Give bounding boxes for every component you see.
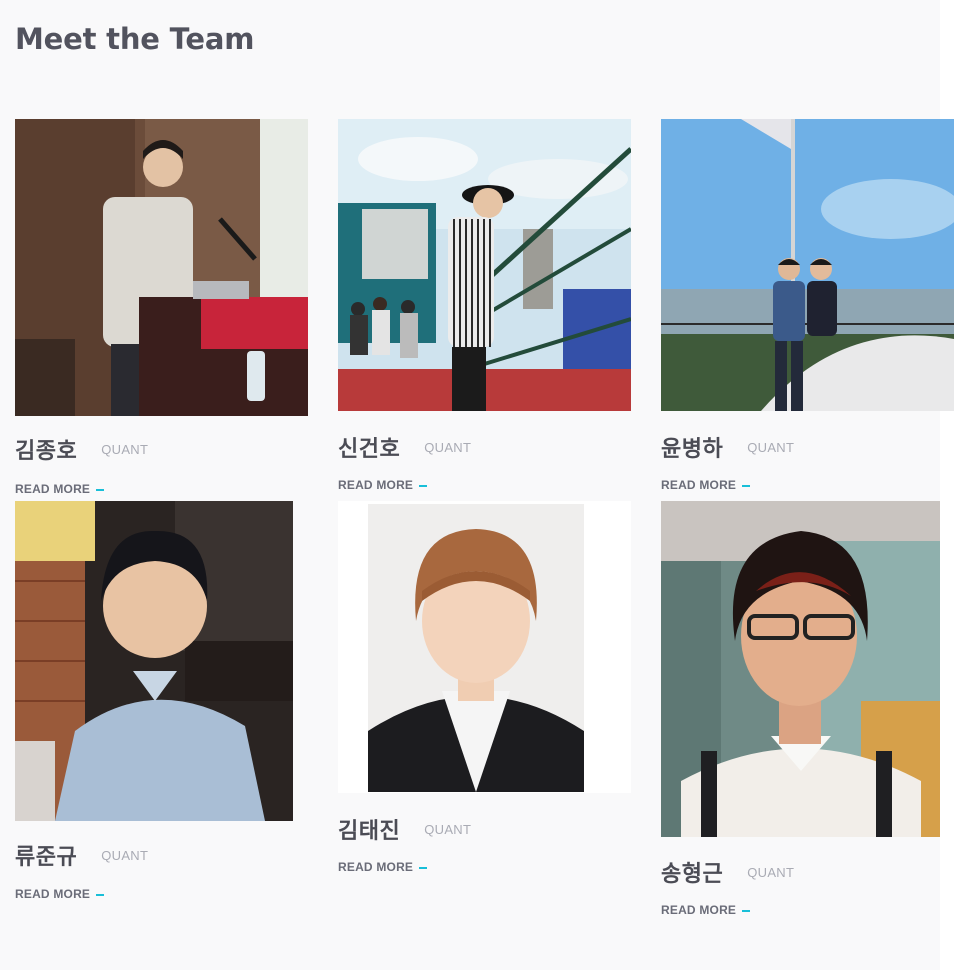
dash-icon <box>96 893 105 896</box>
read-more-link[interactable]: READ MORE <box>15 482 105 496</box>
member-photo[interactable] <box>661 501 940 837</box>
team-section: Meet the Team 김종호 QUANT READ MORE 신건호 QU… <box>0 0 954 970</box>
read-more-link[interactable]: READ MORE <box>661 478 751 492</box>
member-role: QUANT <box>424 439 472 455</box>
team-card: 송형근 QUANT READ MORE <box>661 501 940 921</box>
section-title: Meet the Team <box>15 22 255 56</box>
member-role: QUANT <box>747 864 795 880</box>
member-name: 김태진 <box>338 819 401 844</box>
member-role: QUANT <box>747 439 795 455</box>
member-name-row: 신건호 QUANT <box>338 431 471 463</box>
read-more-label: READ MORE <box>338 860 414 874</box>
member-name-row: 김태진 QUANT <box>338 813 471 845</box>
read-more-label: READ MORE <box>338 478 414 492</box>
read-more-link[interactable]: READ MORE <box>338 478 428 492</box>
member-photo[interactable] <box>661 119 954 411</box>
member-name-row: 윤병하 QUANT <box>661 431 794 463</box>
member-name-row: 류준규 QUANT <box>15 839 148 871</box>
member-photo[interactable] <box>15 501 293 821</box>
dash-icon <box>742 484 751 487</box>
member-name-row: 송형근 QUANT <box>661 856 794 888</box>
read-more-label: READ MORE <box>661 903 737 917</box>
member-name: 신건호 <box>338 437 401 462</box>
read-more-link[interactable]: READ MORE <box>338 860 428 874</box>
team-card: 김종호 QUANT READ MORE <box>15 119 308 499</box>
member-photo[interactable] <box>338 119 631 411</box>
dash-icon <box>96 488 105 491</box>
member-photo[interactable] <box>15 119 308 416</box>
read-more-link[interactable]: READ MORE <box>661 903 751 917</box>
member-role: QUANT <box>424 821 472 837</box>
member-photo[interactable] <box>338 501 631 793</box>
dash-icon <box>419 866 428 869</box>
member-name: 송형근 <box>661 862 724 887</box>
team-card: 김태진 QUANT READ MORE <box>338 501 631 911</box>
member-name: 윤병하 <box>661 437 724 462</box>
member-name-row: 김종호 QUANT <box>15 433 148 465</box>
member-name: 류준규 <box>15 845 78 870</box>
member-role: QUANT <box>101 847 149 863</box>
read-more-label: READ MORE <box>15 887 91 901</box>
team-card: 류준규 QUANT READ MORE <box>15 501 308 911</box>
read-more-label: READ MORE <box>661 478 737 492</box>
member-name: 김종호 <box>15 439 78 464</box>
read-more-link[interactable]: READ MORE <box>15 887 105 901</box>
team-card: 신건호 QUANT READ MORE <box>338 119 631 499</box>
dash-icon <box>742 909 751 912</box>
read-more-label: READ MORE <box>15 482 91 496</box>
member-role: QUANT <box>101 441 149 457</box>
team-card: 윤병하 QUANT READ MORE <box>661 119 954 499</box>
dash-icon <box>419 484 428 487</box>
